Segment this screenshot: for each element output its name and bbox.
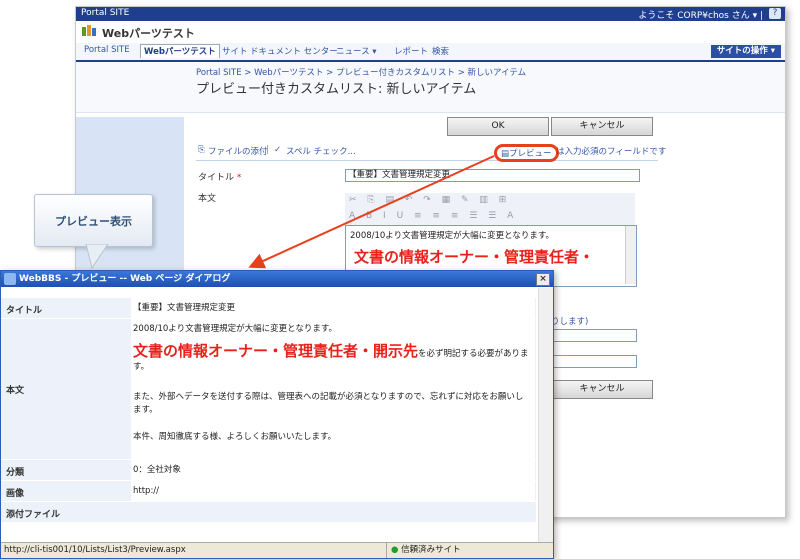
toolbar-separator: |: [266, 145, 269, 155]
row-body-label: 本文: [6, 386, 25, 396]
row-category-label: 分類: [6, 468, 25, 478]
top-nav-tabs: Portal SITE Webパーツテスト サイト ドキュメント センター ニュ…: [76, 43, 785, 62]
form-toolbar: ⎘ ファイルの添付 | ✓ スペル チェック... ▤プレビュー は入力必須のフ…: [196, 140, 666, 162]
row-title-label: タイトル: [6, 306, 43, 316]
dialog-title-bar[interactable]: WebBBS - プレビュー -- Web ページ ダイアログ ×: [1, 271, 553, 287]
cancel-button-bottom[interactable]: キャンセル: [551, 380, 653, 399]
row-body: 本文 2008/10より文書管理規定が大幅に変更となります。 文書の情報オーナー…: [1, 319, 536, 459]
preview-label: プレビュー: [509, 149, 552, 159]
rich-text-toolbar[interactable]: ✂ ⎘ ▤ ↶ ↷ ▦ ✎ ▥ ⊞ A B I U ≡ ≡ ≡ ☰ ☰ A: [345, 193, 635, 229]
site-title-bar: Webパーツテスト: [76, 21, 785, 43]
body-paragraph-3: また、外部へデータを送付する際は、管理表への記載が必須となりますので、忘れずに対…: [133, 392, 524, 415]
dialog-status-bar: http://cli-tis001/10/Lists/List3/Preview…: [1, 542, 553, 558]
preview-button[interactable]: ▤プレビュー: [494, 144, 559, 162]
paperclip-icon[interactable]: ⎘: [198, 145, 205, 155]
page-header: Portal SITE > Webパーツテスト > プレビュー付きカスタムリスト…: [76, 62, 785, 113]
editor-scrollbar[interactable]: [625, 226, 636, 284]
row-body-value: 2008/10より文書管理規定が大幅に変更となります。 文書の情報オーナー・管理…: [131, 319, 535, 459]
row-title: タイトル 【重要】文書管理規定変更: [1, 298, 536, 318]
callout-pointer: [85, 244, 109, 270]
row-attachment: 添付ファイル: [1, 502, 536, 522]
row-attachment-label: 添付ファイル: [6, 510, 61, 520]
tab-document-center[interactable]: ドキュメント センター: [250, 45, 338, 58]
close-icon[interactable]: ×: [536, 273, 550, 286]
body-field-label: 本文: [198, 194, 217, 204]
status-url: http://cli-tis001/10/Lists/List3/Preview…: [4, 545, 186, 555]
portal-site-link[interactable]: Portal SITE: [81, 8, 129, 18]
preview-callout: プレビュー表示: [34, 194, 153, 247]
body-paragraph-1: 2008/10より文書管理規定が大幅に変更となります。: [133, 324, 338, 334]
row-image-value[interactable]: http://: [131, 481, 535, 501]
tab-webparts-test[interactable]: Webパーツテスト: [140, 44, 220, 58]
spell-check-link[interactable]: スペル チェック...: [286, 145, 356, 157]
dialog-scrollbar[interactable]: [538, 288, 553, 542]
spellcheck-icon[interactable]: ✓: [274, 145, 281, 155]
dialog-body: タイトル 【重要】文書管理規定変更 本文 2008/10より文書管理規定が大幅に…: [1, 288, 553, 542]
row-category-value: 0：全社対象: [131, 460, 535, 480]
welcome-menu[interactable]: ようこそ CORP¥chos さん ▾ |: [638, 8, 763, 21]
cancel-button[interactable]: キャンセル: [551, 117, 653, 136]
title-label-text: タイトル: [198, 173, 235, 183]
tab-search[interactable]: 検索: [432, 45, 449, 58]
trusted-zone-label: 信頼済みサイト: [401, 545, 461, 555]
title-input[interactable]: 【重要】文書管理規定変更: [345, 169, 640, 182]
tab-portal-site[interactable]: Portal SITE: [84, 45, 130, 58]
sharepoint-logo-icon: [82, 25, 96, 36]
body-text-line1: 2008/10より文書管理規定が大幅に変更となります。: [350, 231, 555, 241]
partial-field-2[interactable]: [551, 355, 637, 368]
trusted-zone: ● 信頼済みサイト: [386, 543, 461, 558]
body-paragraph-2: 文書の情報オーナー・管理責任者・開示先を必ず明記する必要があります。: [133, 342, 529, 374]
help-icon[interactable]: ?: [769, 8, 781, 19]
row-image-label: 画像: [6, 489, 25, 499]
rte-style-icons[interactable]: A B I U ≡ ≡ ≡ ☰ ☰ A: [349, 211, 517, 221]
site-actions-menu[interactable]: サイトの操作 ▾: [710, 45, 781, 58]
partial-instruction-text: りします): [551, 317, 589, 327]
preview-icon: ▤: [501, 149, 510, 159]
preview-dialog: WebBBS - プレビュー -- Web ページ ダイアログ × タイトル 【…: [0, 270, 554, 559]
breadcrumb[interactable]: Portal SITE > Webパーツテスト > プレビュー付きカスタムリスト…: [196, 66, 526, 78]
tab-news[interactable]: ニュース ▾: [336, 45, 377, 58]
required-note: は入力必須のフィールドです: [556, 147, 667, 157]
dialog-title: WebBBS - プレビュー -- Web ページ ダイアログ: [19, 274, 231, 284]
ok-button[interactable]: OK: [447, 117, 549, 136]
ie-icon: [4, 273, 16, 285]
page-title: プレビュー付きカスタムリスト: 新しいアイテム: [196, 82, 477, 97]
callout-text: プレビュー表示: [55, 215, 132, 228]
row-attachment-value: [131, 502, 535, 522]
attach-file-link[interactable]: ファイルの添付: [208, 145, 268, 157]
body-highlight-text: 文書の情報オーナー・管理責任者・開示先: [133, 342, 419, 360]
title-field-label: タイトル *: [198, 170, 241, 183]
row-title-value: 【重要】文書管理規定変更: [131, 298, 535, 318]
check-icon: ●: [391, 545, 399, 555]
rte-format-icons[interactable]: ✂ ⎘ ▤ ↶ ↷ ▦ ✎ ▥ ⊞: [349, 195, 510, 205]
tab-report[interactable]: レポート: [394, 45, 428, 58]
body-text-highlight: 文書の情報オーナー・管理責任者・: [354, 248, 595, 266]
row-image: 画像 http://: [1, 481, 536, 501]
tab-site[interactable]: サイト: [222, 45, 248, 58]
body-paragraph-4: 本件、周知徹底する様、よろしくお願いいたします。: [133, 432, 337, 442]
global-top-bar: Portal SITE ようこそ CORP¥chos さん ▾ | ?: [76, 7, 785, 21]
required-mark: *: [236, 173, 242, 183]
row-category: 分類 0：全社対象: [1, 460, 536, 480]
partial-field-1[interactable]: [551, 329, 637, 342]
site-title[interactable]: Webパーツテスト: [102, 25, 195, 41]
